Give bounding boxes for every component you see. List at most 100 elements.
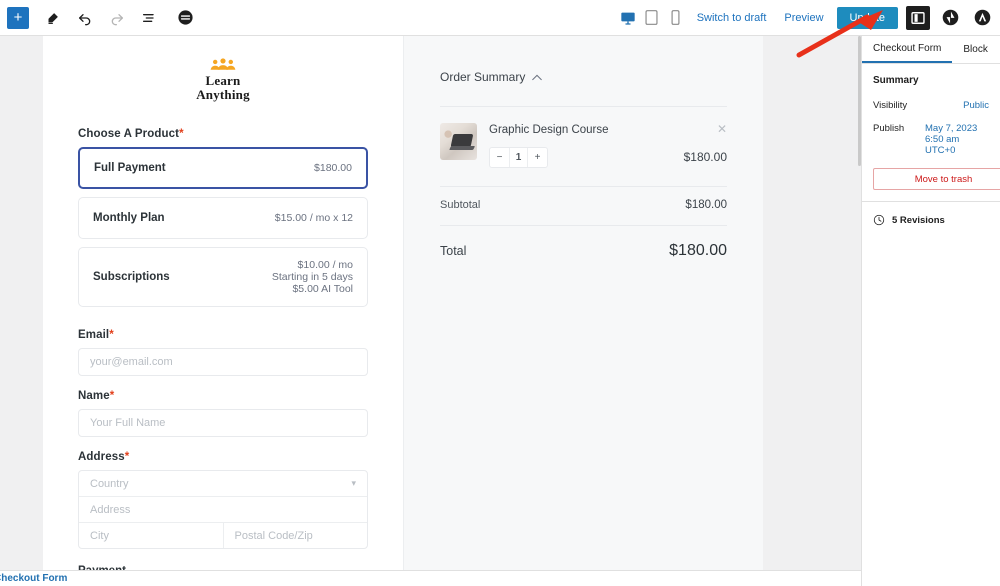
order-summary-title: Order Summary [440, 70, 525, 84]
product-price-line-3: $5.00 AI Tool [272, 283, 353, 295]
product-price: $10.00 / mo Starting in 5 days $5.00 AI … [272, 259, 353, 295]
settings-sidebar-icon[interactable] [906, 6, 930, 30]
product-price: $180.00 [314, 162, 352, 174]
product-price: $15.00 / mo x 12 [275, 212, 353, 224]
order-item-details: Graphic Design Course − 1 + [489, 123, 609, 168]
canvas-scrollbar[interactable] [858, 36, 861, 570]
toolbar-left-group: + [0, 4, 200, 32]
visibility-value[interactable]: Public [963, 100, 989, 111]
editor-toolbar: + [0, 0, 1000, 36]
clock-revisions-icon [873, 214, 885, 226]
visibility-label: Visibility [873, 100, 907, 111]
update-button[interactable]: Update [837, 7, 898, 29]
tablet-preview-icon[interactable] [640, 5, 664, 31]
site-logo: Learn Anything [78, 58, 368, 102]
summary-heading: Summary [873, 75, 989, 86]
tab-checkout-form[interactable]: Checkout Form [862, 36, 952, 63]
address-placeholder: Address [90, 504, 130, 516]
name-placeholder: Your Full Name [90, 417, 165, 429]
required-asterisk: * [109, 329, 114, 341]
address-label-text: Address [78, 451, 125, 463]
checkout-form-fields: Learn Anything Choose A Product* Full Pa… [43, 36, 404, 570]
order-item-title: Graphic Design Course [489, 123, 609, 138]
redo-icon [102, 4, 132, 32]
publish-label: Publish [873, 123, 904, 134]
chevron-down-icon: ▾ [351, 478, 356, 489]
city-placeholder: City [90, 530, 109, 542]
checkout-form-block[interactable]: Learn Anything Choose A Product* Full Pa… [43, 36, 763, 570]
add-block-glyph: + [14, 10, 23, 25]
people-group-icon [210, 58, 236, 71]
add-block-icon[interactable]: + [7, 7, 29, 29]
tab-block[interactable]: Block [952, 36, 998, 63]
product-name: Full Payment [94, 162, 166, 174]
street-address-field[interactable]: Address [79, 497, 367, 522]
required-asterisk: * [179, 128, 184, 140]
close-icon[interactable]: ✕ [717, 123, 727, 135]
choose-product-text: Choose A Product [78, 128, 179, 140]
choose-product-label: Choose A Product* [78, 128, 368, 140]
name-label-text: Name [78, 390, 110, 402]
total-row: Total $180.00 [440, 226, 727, 260]
email-label: Email* [78, 329, 368, 341]
plugin-avatar-icon[interactable] [970, 6, 994, 30]
mobile-preview-icon[interactable] [664, 5, 688, 31]
address-field-group: Country ▾ Address City Postal Code/Zip [78, 470, 368, 549]
product-price-line-2: Starting in 5 days [272, 271, 353, 283]
required-asterisk: * [110, 390, 115, 402]
list-view-icon[interactable] [134, 4, 164, 32]
order-summary-panel: Order Summary Graphic Design Course − 1 … [404, 36, 763, 570]
total-label: Total [440, 244, 466, 258]
postal-code-field[interactable]: Postal Code/Zip [223, 523, 368, 548]
quantity-increase-button[interactable]: + [528, 148, 547, 167]
address-row-city-postal: City Postal Code/Zip [79, 523, 367, 548]
quantity-decrease-button[interactable]: − [490, 148, 509, 167]
undo-icon[interactable] [70, 4, 100, 32]
subtotal-label: Subtotal [440, 199, 480, 211]
switch-to-draft-button[interactable]: Switch to draft [688, 12, 776, 24]
revisions-label: 5 Revisions [892, 215, 945, 226]
product-option-monthly-plan[interactable]: Monthly Plan $15.00 / mo x 12 [78, 197, 368, 239]
order-item-right: ✕ $180.00 [684, 123, 727, 164]
address-row-street: Address [79, 497, 367, 523]
address-row-country: Country ▾ [79, 471, 367, 497]
sidebar-tabs: Checkout Form Block [862, 36, 1000, 64]
name-label: Name* [78, 390, 368, 402]
name-field[interactable]: Your Full Name [78, 409, 368, 437]
summary-section: Summary Visibility Public Publish May 7,… [862, 64, 1000, 190]
block-breadcrumb-bar: Checkout Form [0, 570, 861, 586]
desktop-preview-icon[interactable] [616, 5, 640, 31]
product-option-subscriptions[interactable]: Subscriptions $10.00 / mo Starting in 5 … [78, 247, 368, 307]
chevron-up-icon[interactable] [532, 74, 542, 81]
publish-row: Publish May 7, 2023 6:50 am UTC+0 [873, 123, 989, 156]
tools-pencil-icon[interactable] [38, 4, 68, 32]
product-name: Monthly Plan [93, 212, 165, 224]
country-placeholder: Country [90, 478, 129, 490]
email-placeholder: your@email.com [90, 356, 173, 368]
product-name: Subscriptions [93, 271, 170, 283]
preview-button[interactable]: Preview [775, 12, 832, 24]
subtotal-row: Subtotal $180.00 [440, 187, 727, 225]
logo-line-1: Learn [206, 73, 241, 88]
jetpack-icon[interactable] [938, 6, 962, 30]
country-select[interactable]: Country ▾ [79, 471, 367, 496]
editor-canvas: Learn Anything Choose A Product* Full Pa… [0, 36, 861, 570]
postal-placeholder: Postal Code/Zip [235, 530, 313, 542]
city-field[interactable]: City [79, 523, 223, 548]
breadcrumb[interactable]: Checkout Form [0, 573, 67, 584]
email-field[interactable]: your@email.com [78, 348, 368, 376]
product-price-line-1: $10.00 / mo [272, 259, 353, 271]
quantity-stepper: − 1 + [489, 147, 548, 168]
product-option-full-payment[interactable]: Full Payment $180.00 [78, 147, 368, 189]
move-to-trash-button[interactable]: Move to trash [873, 168, 1000, 190]
total-value: $180.00 [669, 242, 727, 260]
order-summary-header[interactable]: Order Summary [440, 70, 727, 84]
email-label-text: Email [78, 329, 109, 341]
logo-line-2: Anything [196, 87, 250, 102]
details-icon[interactable] [170, 4, 200, 32]
revisions-row[interactable]: 5 Revisions [862, 202, 1000, 238]
scrollbar-thumb[interactable] [858, 36, 861, 166]
required-asterisk: * [125, 451, 130, 463]
product-thumbnail-image [440, 123, 477, 160]
publish-value[interactable]: May 7, 2023 6:50 am UTC+0 [925, 123, 989, 156]
